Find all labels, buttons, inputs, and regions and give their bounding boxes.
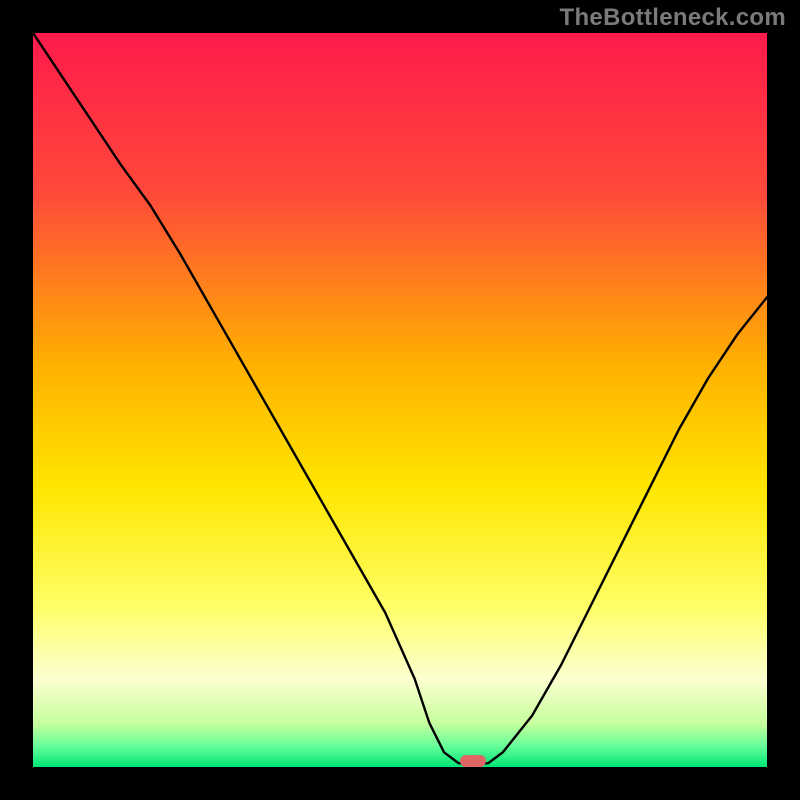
plot-area: [33, 33, 767, 767]
watermark-text: TheBottleneck.com: [560, 4, 786, 32]
gradient-rect: [33, 33, 767, 767]
chart-frame: TheBottleneck.com: [0, 0, 800, 800]
chart-svg: [33, 33, 767, 767]
optimum-marker: [460, 755, 486, 767]
